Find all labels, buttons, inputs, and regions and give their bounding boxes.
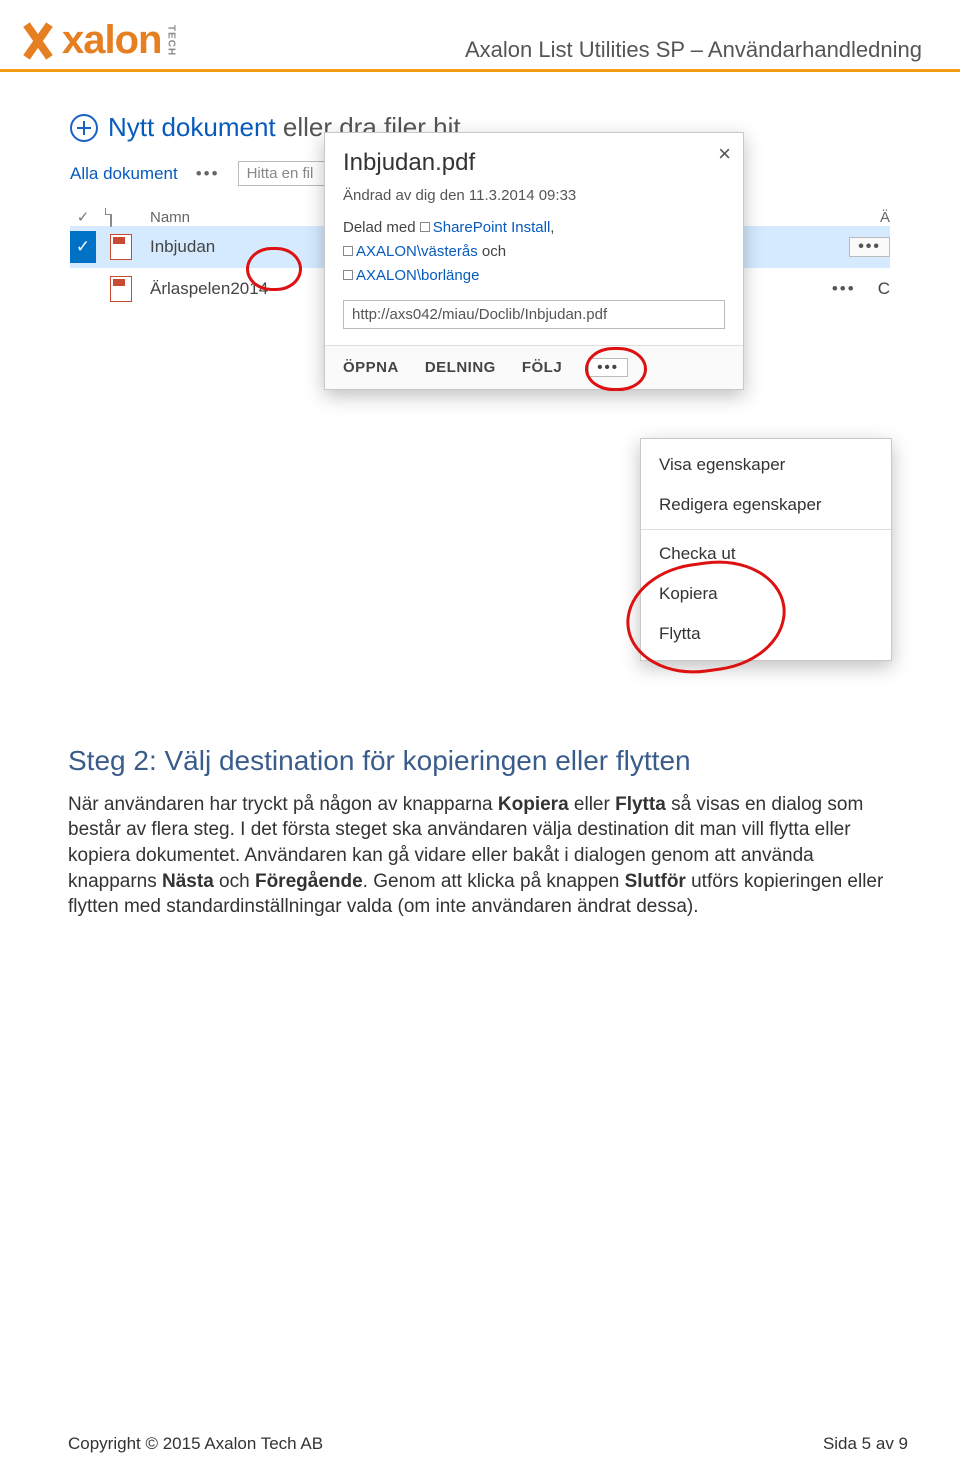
- follow-button[interactable]: FÖLJ: [522, 359, 562, 376]
- close-icon[interactable]: ×: [718, 141, 731, 167]
- context-menu: Visa egenskaper Redigera egenskaper Chec…: [640, 438, 892, 661]
- row-more-icon[interactable]: •••: [824, 279, 864, 299]
- logo-text: xalon: [62, 18, 161, 63]
- presence-icon: [343, 270, 353, 280]
- callout-title: Inbjudan.pdf: [343, 149, 725, 177]
- plus-circle-icon[interactable]: [70, 114, 98, 142]
- shared-label: Delad med: [343, 219, 416, 236]
- menu-move[interactable]: Flytta: [641, 614, 891, 654]
- brand-logo: xalon TECH: [18, 18, 176, 63]
- pdf-icon: [110, 276, 136, 302]
- item-callout: × Inbjudan.pdf Ändrad av dig den 11.3.20…: [324, 132, 744, 390]
- menu-separator: [641, 529, 891, 530]
- logo-mark-icon: [18, 21, 58, 61]
- open-button[interactable]: ÖPPNA: [343, 359, 399, 376]
- view-all-documents[interactable]: Alla dokument: [70, 164, 178, 184]
- column-a[interactable]: Ä: [880, 209, 890, 226]
- page-footer: Copyright © 2015 Axalon Tech AB Sida 5 a…: [68, 1434, 908, 1454]
- row-col-a: C: [878, 279, 890, 299]
- page-header: xalon TECH Axalon List Utilities SP – An…: [0, 0, 960, 72]
- menu-edit-properties[interactable]: Redigera egenskaper: [641, 485, 891, 525]
- callout-shared-with: Delad med SharePoint Install, AXALON\väs…: [343, 216, 725, 288]
- step-paragraph: När användaren har tryckt på någon av kn…: [68, 792, 892, 920]
- share-and: och: [482, 243, 506, 260]
- callout-modified: Ändrad av dig den 11.3.2014 09:33: [343, 187, 725, 204]
- row-check-icon[interactable]: ✓: [70, 231, 96, 263]
- new-document-label[interactable]: Nytt dokument: [108, 112, 276, 142]
- callout-url-input[interactable]: http://axs042/miau/Doclib/Inbjudan.pdf: [343, 300, 725, 329]
- share-person[interactable]: AXALON\västerås: [356, 243, 478, 260]
- menu-copy[interactable]: Kopiera: [641, 574, 891, 614]
- pdf-icon: [110, 234, 136, 260]
- screenshot-figure: Nytt dokument eller dra filer hit Alla d…: [70, 112, 890, 702]
- share-button[interactable]: DELNING: [425, 359, 496, 376]
- type-column-icon: [110, 209, 136, 226]
- share-person[interactable]: AXALON\borlänge: [356, 267, 479, 284]
- callout-action-bar: ÖPPNA DELNING FÖLJ •••: [325, 345, 743, 389]
- select-all-icon[interactable]: ✓: [70, 208, 96, 226]
- menu-check-out[interactable]: Checka ut: [641, 534, 891, 574]
- row-more-button[interactable]: •••: [849, 237, 890, 257]
- page-number: Sida 5 av 9: [823, 1434, 908, 1454]
- step-heading: Steg 2: Välj destination för kopieringen…: [68, 742, 892, 780]
- body-content: Steg 2: Välj destination för kopieringen…: [68, 742, 892, 920]
- menu-view-properties[interactable]: Visa egenskaper: [641, 445, 891, 485]
- callout-more-button[interactable]: •••: [588, 358, 628, 377]
- logo-badge: TECH: [165, 25, 176, 56]
- share-person[interactable]: SharePoint Install: [433, 219, 551, 236]
- presence-icon: [420, 222, 430, 232]
- doc-title: Axalon List Utilities SP – Användarhandl…: [465, 37, 922, 63]
- search-input[interactable]: Hitta en fil: [238, 161, 328, 186]
- presence-icon: [343, 246, 353, 256]
- copyright: Copyright © 2015 Axalon Tech AB: [68, 1434, 323, 1454]
- view-more-icon[interactable]: •••: [196, 164, 220, 184]
